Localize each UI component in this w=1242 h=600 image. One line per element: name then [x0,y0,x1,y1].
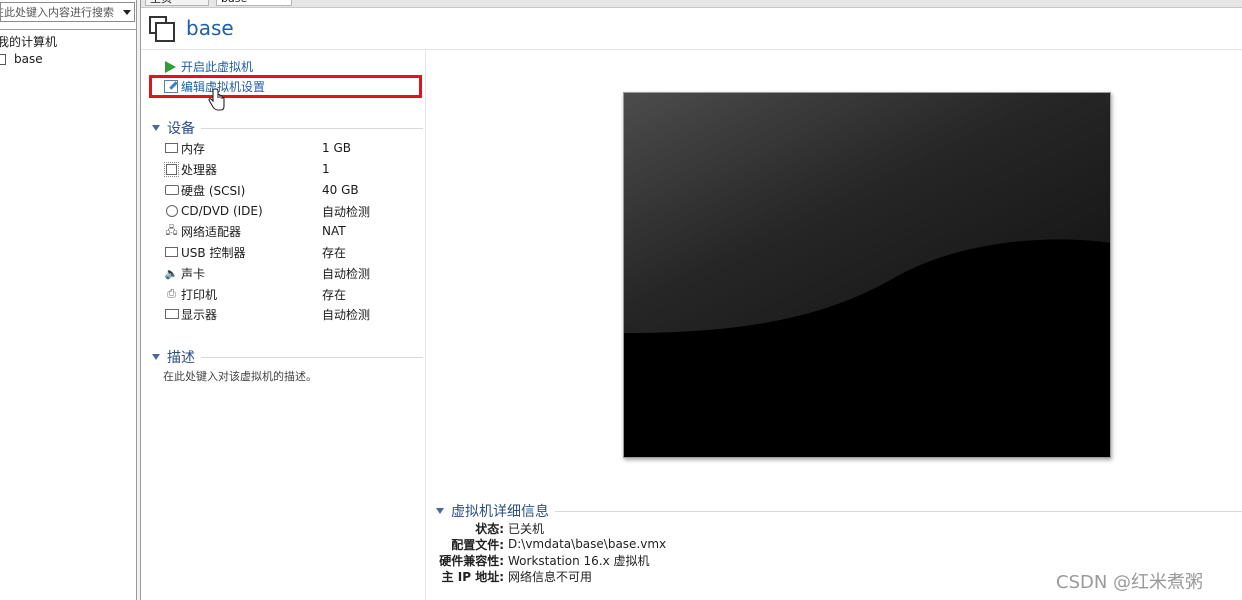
device-name: 声卡 [181,266,206,281]
vm-icon [0,53,6,65]
description-input[interactable]: 在此处键入对该虚拟机的描述。 [163,368,317,384]
device-name: 打印机 [181,287,218,302]
device-value: 1 [322,162,330,176]
close-icon[interactable]: ✕ [279,0,287,5]
device-row-hard-disk[interactable]: 硬盘 (SCSI) 40 GB [164,181,422,199]
description-title: 描述 [167,350,195,366]
display-icon [164,308,179,320]
device-row-processor[interactable]: 处理器 1 [164,160,422,178]
device-row-cd-dvd[interactable]: CD/DVD (IDE) 自动检测 [164,202,422,220]
memory-icon [164,142,179,154]
library-divider [0,29,136,30]
device-row-display[interactable]: 显示器 自动检测 [164,305,422,323]
page-title: base [186,16,234,40]
detail-value: D:\vmdata\base\base.vmx [508,537,667,551]
device-row-network[interactable]: 🖧 网络适配器 NAT [164,222,422,240]
tree-item-label: base [14,52,43,66]
cd-dvd-icon [164,205,179,217]
power-on-button[interactable]: 开启此虚拟机 [164,58,253,75]
library-search[interactable] [0,2,135,22]
vm-preview-screen[interactable] [623,92,1111,458]
device-value: 40 GB [322,183,359,197]
tab-label: 主页 [150,0,172,5]
collapse-icon[interactable] [152,125,160,131]
library-search-input[interactable] [1,5,120,19]
hand-cursor-icon [208,88,225,111]
highlight-box [149,75,422,98]
description-section-header[interactable]: 描述 [152,347,423,367]
detail-value: 已关机 [508,521,545,536]
column-divider [425,50,426,600]
device-value: 自动检测 [322,266,371,281]
search-dropdown-icon[interactable] [120,3,134,21]
device-value: 自动检测 [322,204,371,219]
tab-label: base [221,0,247,5]
device-name: 处理器 [181,162,218,177]
tree-root-label: 我的计算机 [0,35,58,49]
pane-splitter[interactable] [137,0,141,600]
vm-icon [149,16,175,42]
detail-row-config-file: 配置文件: D:\vmdata\base\base.vmx [392,536,666,552]
network-adapter-icon: 🖧 [165,223,178,237]
watermark: CSDN @红米煮粥 [1056,572,1204,593]
tree-item-base[interactable]: base [0,52,43,66]
vm-details-section-header[interactable]: 虚拟机详细信息 [436,501,1242,521]
device-row-sound[interactable]: 🔈 声卡 自动检测 [164,264,422,282]
tab-base[interactable]: base ✕ [216,0,292,6]
sound-card-icon: 🔈 [164,266,179,280]
device-row-usb[interactable]: USB 控制器 存在 [164,243,422,261]
device-name: CD/DVD (IDE) [181,204,263,218]
device-name: 网络适配器 [181,224,242,239]
processor-icon [164,161,179,177]
printer-icon: ⎙ [167,287,176,300]
device-value: NAT [322,224,346,238]
power-on-label: 开启此虚拟机 [181,60,254,74]
tree-root-my-computer[interactable]: 我的计算机 [0,33,57,50]
detail-label: 配置文件: [451,537,504,552]
detail-value: 网络信息不可用 [508,569,593,584]
play-icon [165,60,176,73]
device-name: 显示器 [181,307,218,322]
detail-row-hardware-compat: 硬件兼容性: Workstation 16.x 虚拟机 [392,552,650,568]
collapse-icon[interactable] [152,354,160,360]
device-name: USB 控制器 [181,245,246,260]
hard-disk-icon [164,184,179,196]
vm-details-title: 虚拟机详细信息 [451,504,549,520]
device-row-memory[interactable]: 内存 1 GB [164,139,422,157]
detail-label: 主 IP 地址: [441,569,504,584]
usb-icon [164,246,179,258]
header-divider [141,49,1242,50]
detail-row-status: 状态: 已关机 [392,520,544,536]
collapse-icon[interactable] [436,508,444,514]
device-value: 存在 [322,287,347,302]
device-name: 内存 [181,141,206,156]
devices-section-header[interactable]: 设备 [152,118,423,138]
device-row-printer[interactable]: ⎙ 打印机 存在 [164,285,422,303]
detail-row-ip-address: 主 IP 地址: 网络信息不可用 [392,568,592,584]
detail-value: Workstation 16.x 虚拟机 [508,553,650,568]
device-name: 硬盘 (SCSI) [181,183,246,198]
detail-label: 状态: [475,521,504,536]
detail-label: 硬件兼容性: [439,553,504,568]
tab-home[interactable]: 主页 [145,0,209,6]
device-value: 存在 [322,245,347,260]
device-value: 自动检测 [322,307,371,322]
library-pane: 我的计算机 base [0,0,137,600]
devices-title: 设备 [167,121,195,137]
tab-bar: 主页 base ✕ [141,0,1242,8]
device-value: 1 GB [322,141,351,155]
